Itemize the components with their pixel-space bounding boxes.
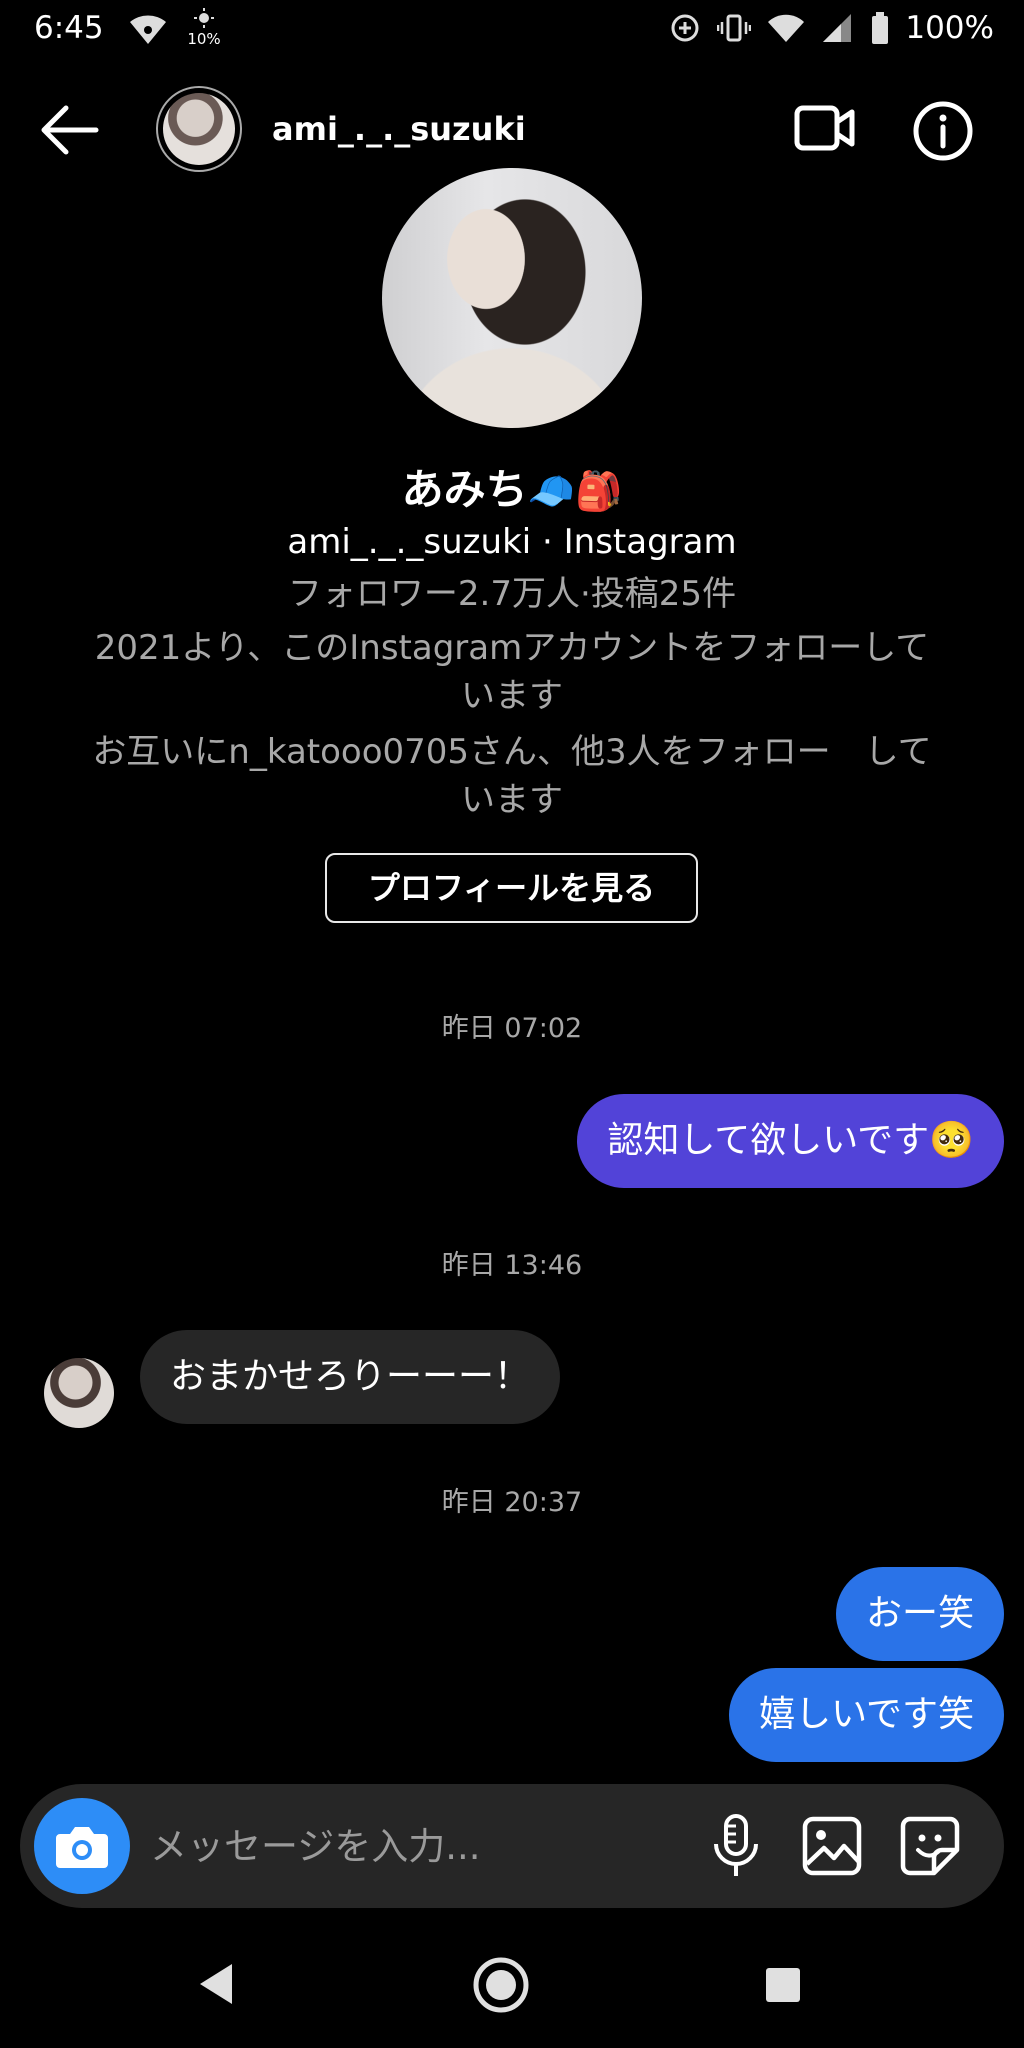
- gallery-button[interactable]: [800, 1814, 864, 1878]
- battery-icon: [872, 12, 889, 44]
- brightness-icon: 10%: [186, 8, 222, 48]
- battery-level: 100%: [905, 10, 994, 46]
- wifi-signal-icon: [768, 14, 805, 42]
- avatar-image: [163, 93, 235, 165]
- sent-message[interactable]: 認知して欲しいです🥺: [577, 1094, 1004, 1188]
- nav-home-icon: [473, 1957, 529, 2013]
- data-saver-icon: [671, 14, 699, 42]
- view-profile-button[interactable]: プロフィールを見る: [325, 853, 698, 923]
- mutual-line2: います: [461, 780, 563, 820]
- header-avatar[interactable]: [156, 86, 242, 172]
- sticker-button[interactable]: [898, 1814, 962, 1878]
- follow-since-line1: 2021より、このInstagramアカウントをフォローして: [94, 628, 930, 668]
- follow-since: 2021より、このInstagramアカウントをフォローして います: [30, 624, 994, 720]
- nav-recents-icon: [766, 1968, 800, 2002]
- mutual-line1: お互いにn_katooo0705さん、他3人をフォロー して: [92, 732, 932, 772]
- message-timestamp: 昨日 07:02: [441, 1013, 583, 1044]
- voice-message-button[interactable]: [706, 1812, 766, 1880]
- name-emojis: 🧢🎒: [527, 469, 623, 513]
- nav-back-button[interactable]: [196, 1960, 236, 2008]
- message-timestamp: 昨日 13:46: [441, 1250, 583, 1281]
- camera-button[interactable]: [34, 1798, 130, 1894]
- message-input[interactable]: [150, 1814, 690, 1878]
- display-name: あみち🧢🎒: [0, 456, 1024, 517]
- cell-signal-icon: [823, 14, 852, 42]
- display-name-text: あみち: [401, 465, 528, 514]
- image-icon: [802, 1816, 862, 1876]
- received-message[interactable]: おまかせろりーーー！: [140, 1330, 561, 1424]
- microphone-icon: [714, 1814, 758, 1876]
- header-username[interactable]: ami_._._suzuki: [272, 110, 526, 148]
- nav-home-button[interactable]: [472, 1956, 530, 2014]
- sent-message[interactable]: おー笑: [835, 1567, 1004, 1661]
- profile-handle: ami_._._suzuki · Instagram: [287, 522, 737, 562]
- message-timestamp: 昨日 20:37: [441, 1487, 583, 1518]
- follow-since-line2: います: [461, 676, 563, 716]
- mutual-followers: お互いにn_katooo0705さん、他3人をフォロー して います: [30, 728, 994, 824]
- status-right: 100%: [669, 10, 994, 46]
- info-icon: [913, 101, 973, 161]
- status-bar: 6:45 10% 100%: [0, 0, 1024, 62]
- profile-picture[interactable]: [382, 168, 642, 428]
- video-call-icon: [794, 105, 855, 151]
- sent-message[interactable]: 嬉しいです笑: [729, 1668, 1004, 1762]
- sender-avatar[interactable]: [44, 1358, 114, 1428]
- nav-recents-button[interactable]: [764, 1966, 802, 2004]
- nav-back-icon: [200, 1964, 232, 2004]
- message-composer: [20, 1784, 1004, 1908]
- info-button[interactable]: [912, 100, 974, 162]
- sticker-icon: [900, 1816, 960, 1876]
- status-time: 6:45: [34, 10, 104, 46]
- video-call-button[interactable]: [794, 100, 856, 156]
- vibrate-icon: [717, 14, 752, 42]
- arrow-left-icon: [41, 105, 99, 155]
- brightness-level: 10%: [187, 30, 221, 48]
- wifi-icon: [128, 10, 168, 50]
- back-button[interactable]: [36, 102, 102, 158]
- profile-stats: フォロワー2.7万人·投稿25件: [287, 574, 737, 614]
- camera-icon: [56, 1827, 108, 1868]
